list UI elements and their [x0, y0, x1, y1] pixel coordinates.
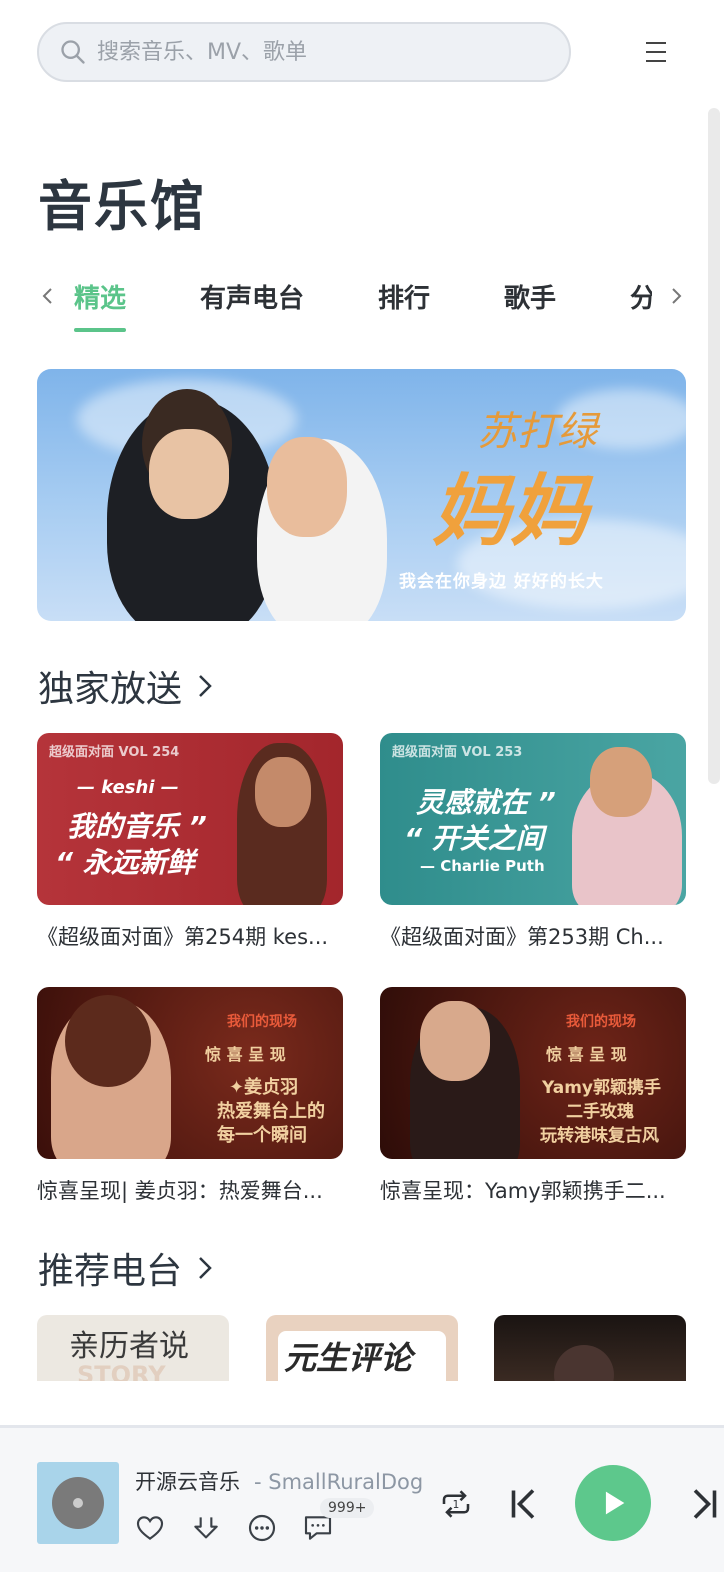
section-title: 独家放送 [38, 669, 183, 710]
song-title: 开源云音乐 [135, 1470, 240, 1494]
card-line: 玩转港味复古风 [540, 1126, 659, 1146]
section-title: 推荐电台 [38, 1251, 183, 1292]
radio-label: 元生评论 [284, 1339, 413, 1377]
card-line: 每一个瞬间 [217, 1125, 307, 1146]
chevron-right-icon [199, 675, 212, 697]
section-radio-header[interactable]: 推荐电台 [38, 1242, 216, 1294]
now-playing: 开源云音乐 - SmallRuralDog [135, 1466, 423, 1496]
banner-title: 妈妈 [432, 466, 589, 557]
banner-subtitle: 我会在你身边 好好的长大 [399, 572, 604, 592]
radio-card[interactable]: 元生评论 [266, 1315, 458, 1381]
previous-icon[interactable] [506, 1484, 542, 1524]
card-thumbnail: 超级面对面 VOL 254 — keshi — 我的音乐 ” “ 永远新鲜 [37, 733, 343, 905]
comment-count-badge: 999+ [320, 1498, 375, 1518]
exclusive-card[interactable]: 我们的现场 惊 喜 呈 现 ✦姜贞羽 热爱舞台上的 每一个瞬间 惊喜呈现| 姜贞… [37, 987, 343, 1205]
chevron-right-icon [199, 1257, 212, 1279]
tab-singers[interactable]: 歌手 [504, 278, 556, 315]
download-icon[interactable] [190, 1512, 222, 1544]
chevron-left-icon[interactable] [36, 284, 60, 308]
card-caption: 惊喜呈现：Yamy郭颖携手二... [380, 1179, 666, 1203]
card-line: 惊 喜 呈 现 [546, 1045, 627, 1064]
card-thumbnail: 我们的现场 惊 喜 呈 现 ✦姜贞羽 热爱舞台上的 每一个瞬间 [37, 987, 343, 1159]
card-thumbnail: 我们的现场 惊 喜 呈 现 Yamy郭颖携手 二手玫瑰 玩转港味复古风 [380, 987, 686, 1159]
active-tab-indicator [74, 328, 126, 332]
play-icon [605, 1491, 625, 1515]
card-tag: 我们的现场 [566, 1014, 636, 1030]
disc-icon [52, 1477, 104, 1529]
card-caption: 《超级面对面》第253期 Ch... [380, 925, 664, 949]
tab-featured[interactable]: 精选 [74, 278, 126, 315]
tab-ranking[interactable]: 排行 [378, 278, 430, 315]
search-input[interactable] [97, 39, 537, 65]
card-line: 热爱舞台上的 [217, 1101, 325, 1122]
card-line: 灵感就在 ” [416, 786, 556, 819]
radio-card[interactable] [494, 1315, 686, 1381]
card-line: 二手玫瑰 [566, 1102, 634, 1122]
search-icon [61, 40, 85, 64]
player-bar: 开源云音乐 - SmallRuralDog 999+ 1 [0, 1425, 724, 1572]
card-caption: 惊喜呈现| 姜贞羽：热爱舞台... [37, 1179, 323, 1203]
exclusive-card[interactable]: 超级面对面 VOL 253 灵感就在 ” “ 开关之间 — Charlie Pu… [380, 733, 686, 951]
section-exclusive-header[interactable]: 独家放送 [38, 660, 216, 712]
promo-banner[interactable]: 苏打绿 妈妈 我会在你身边 好好的长大 [37, 369, 686, 621]
heart-icon[interactable] [134, 1512, 166, 1544]
card-line: 惊 喜 呈 现 [205, 1045, 286, 1064]
play-button[interactable] [575, 1465, 651, 1541]
tab-audio-radio[interactable]: 有声电台 [200, 278, 304, 315]
svg-text:1: 1 [453, 1499, 460, 1511]
more-icon[interactable] [246, 1512, 278, 1544]
search-bar[interactable] [37, 22, 571, 82]
card-tag: 超级面对面 VOL 253 [392, 745, 523, 760]
card-line: “ 开关之间 [404, 822, 544, 855]
exclusive-card[interactable]: 超级面对面 VOL 254 — keshi — 我的音乐 ” “ 永远新鲜 《超… [37, 733, 343, 951]
card-caption: 《超级面对面》第254期 kes... [37, 925, 329, 949]
category-tabs: 精选 有声电台 排行 歌手 分 [0, 270, 724, 336]
card-line: ✦姜贞羽 [229, 1077, 299, 1098]
exclusive-card[interactable]: 我们的现场 惊 喜 呈 现 Yamy郭颖携手 二手玫瑰 玩转港味复古风 惊喜呈现… [380, 987, 686, 1205]
radio-sub: STORY [77, 1361, 166, 1381]
tab-categories[interactable]: 分 [630, 278, 652, 315]
card-tag: 我们的现场 [227, 1014, 297, 1030]
card-line: 我的音乐 ” [67, 810, 207, 843]
scrollbar[interactable] [708, 108, 720, 784]
card-line: — keshi — [77, 777, 179, 798]
menu-icon[interactable] [640, 36, 672, 68]
radio-label: 亲历者说 [69, 1329, 189, 1364]
card-line: — Charlie Puth [420, 857, 545, 875]
repeat-one-icon[interactable]: 1 [438, 1486, 474, 1522]
next-icon[interactable] [686, 1484, 722, 1524]
song-artist: - SmallRuralDog [254, 1470, 424, 1494]
album-cover[interactable] [37, 1462, 119, 1544]
card-line: “ 永远新鲜 [55, 846, 195, 879]
card-thumbnail: 超级面对面 VOL 253 灵感就在 ” “ 开关之间 — Charlie Pu… [380, 733, 686, 905]
card-line: Yamy郭颖携手 [542, 1078, 662, 1098]
card-tag: 超级面对面 VOL 254 [49, 745, 180, 760]
chevron-right-icon[interactable] [664, 284, 688, 308]
radio-card[interactable]: 亲历者说 STORY [37, 1315, 229, 1381]
page-title: 音乐馆 [38, 175, 206, 238]
